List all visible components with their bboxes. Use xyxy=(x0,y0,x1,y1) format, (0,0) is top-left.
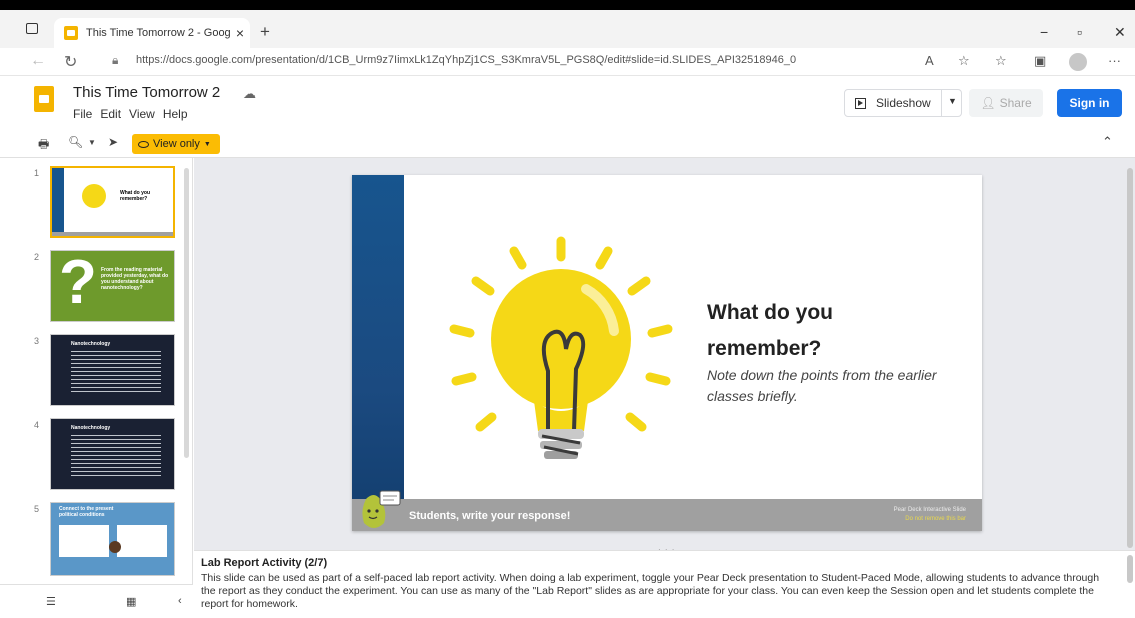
slide-number: 1 xyxy=(34,168,40,178)
slideshow-button[interactable]: Slideshow ▼ xyxy=(844,89,962,117)
present-icon xyxy=(855,97,866,109)
zoom-icon[interactable]: 🔍︎ xyxy=(68,135,83,149)
thumb-box-left xyxy=(59,525,109,557)
filmstrip-view-icon[interactable]: ☰ xyxy=(46,595,56,608)
slide-footer-note: Pear Deck Interactive Slide Do not remov… xyxy=(842,506,966,524)
top-black-bar xyxy=(0,0,1135,10)
chevron-down-icon: ▼ xyxy=(203,140,211,148)
share-button[interactable]: 👤︎ Share xyxy=(969,89,1043,117)
thumb-person xyxy=(109,541,121,553)
slide-number: 3 xyxy=(34,336,40,346)
filmstrip-scrollbar[interactable] xyxy=(184,168,189,458)
lightbulb-icon xyxy=(449,236,673,459)
slide-number: 5 xyxy=(34,504,40,514)
bulb-icon xyxy=(82,184,106,208)
close-window-icon[interactable]: ✕ xyxy=(1114,24,1126,41)
url-field[interactable]: https://docs.google.com/presentation/d/1… xyxy=(136,54,796,66)
share-label: Share xyxy=(999,96,1032,110)
question-mark-icon: ? xyxy=(59,250,97,317)
minimize-icon[interactable]: − xyxy=(1040,24,1048,40)
notes-body: This slide can be used as part of a self… xyxy=(201,572,1100,610)
slide-thumbnail-1[interactable]: What do you remember? xyxy=(50,166,175,238)
tab-title: This Time Tomorrow 2 - Google xyxy=(86,27,230,39)
favorite-icon[interactable]: ☆ xyxy=(958,53,970,69)
more-icon[interactable]: ··· xyxy=(1108,53,1121,68)
browser-tab[interactable]: This Time Tomorrow 2 - Google × xyxy=(54,18,250,48)
slide-thumbnail-5[interactable]: Connect to the present political conditi… xyxy=(50,502,175,576)
cloud-status-icon: ☁︎ xyxy=(243,86,256,101)
sign-in-button[interactable]: Sign in xyxy=(1057,89,1122,117)
slides-header: This Time Tomorrow 2 ☁︎ File Edit View H… xyxy=(0,76,1135,130)
slide-thumbnail-4[interactable]: Nanotechnology xyxy=(50,418,175,490)
slideshow-label: Slideshow xyxy=(876,96,931,110)
slide-subtitle: Note down the points from the earlier cl… xyxy=(707,367,937,404)
menu-view[interactable]: View xyxy=(129,107,155,121)
lock-icon[interactable]: 🔒︎ xyxy=(112,53,118,68)
slide-thumbnail-2[interactable]: ? From the reading material provided yes… xyxy=(50,250,175,322)
slide-thumbnail-3[interactable]: Nanotechnology xyxy=(50,334,175,406)
thumb-box-right xyxy=(117,525,167,557)
eye-icon xyxy=(138,140,149,148)
zoom-caret-icon[interactable]: ▼ xyxy=(88,138,96,147)
browser-tab-strip: This Time Tomorrow 2 - Google × + − ▫ ✕ xyxy=(0,10,1135,48)
address-bar-row: ← ↻ 🔒︎ https://docs.google.com/presentat… xyxy=(0,48,1135,76)
menu-bar: File Edit View Help xyxy=(73,107,188,121)
menu-help[interactable]: Help xyxy=(163,107,188,121)
favorites-bar-icon[interactable]: ☆ xyxy=(995,53,1007,69)
refresh-icon[interactable]: ↻ xyxy=(64,52,77,72)
filmstrip-footer: ☰ ▦ ‹ xyxy=(0,584,193,618)
restore-icon[interactable]: ▫ xyxy=(1077,24,1082,40)
chevron-down-icon[interactable]: ▼ xyxy=(948,96,957,106)
pear-deck-logo-icon xyxy=(362,490,401,528)
menu-file[interactable]: File xyxy=(73,107,92,121)
slide-canvas: What do you remember? Note down the poin… xyxy=(194,158,1135,554)
current-slide: What do you remember? Note down the poin… xyxy=(352,175,982,531)
footer-note-line1: Pear Deck Interactive Slide xyxy=(893,507,966,513)
thumb-bar xyxy=(52,168,64,236)
view-only-label: View only xyxy=(153,138,200,150)
canvas-scrollbar[interactable] xyxy=(1127,168,1133,548)
slide-number: 2 xyxy=(34,252,40,262)
view-only-button[interactable]: View only ▼ xyxy=(132,134,220,154)
footer-note-line2: Do not remove this bar xyxy=(905,516,966,522)
slide-title: What do you remember? xyxy=(707,301,833,360)
select-cursor-icon[interactable]: ➤ xyxy=(108,135,118,149)
slideshow-divider xyxy=(941,90,942,116)
speaker-notes: Lab Report Activity (2/7) This slide can… xyxy=(194,550,1135,618)
notes-scrollbar[interactable] xyxy=(1127,555,1133,583)
slide-footer-bar: Students, write your response! Pear Deck… xyxy=(352,499,982,531)
thumb-footer xyxy=(52,232,173,236)
menu-edit[interactable]: Edit xyxy=(100,107,121,121)
thumb-title: Nanotechnology xyxy=(71,425,111,431)
notes-title: Lab Report Activity (2/7) xyxy=(201,557,328,569)
grid-view-icon[interactable]: ▦ xyxy=(126,595,136,608)
new-tab-icon[interactable]: + xyxy=(260,22,270,42)
thumb-bullets xyxy=(71,351,161,393)
print-icon[interactable]: 🖶︎ xyxy=(38,135,49,156)
tab-close-icon[interactable]: × xyxy=(230,25,250,41)
slide-number: 4 xyxy=(34,420,40,430)
tab-actions-icon[interactable] xyxy=(26,23,38,34)
thumb-title: Connect to the present political conditi… xyxy=(59,506,114,518)
thumb-title: What do you remember? xyxy=(120,190,150,202)
profile-avatar[interactable] xyxy=(1069,53,1087,71)
chevron-left-icon[interactable]: ‹ xyxy=(178,595,182,607)
person-icon: 👤︎ xyxy=(980,96,996,110)
slides-logo-icon[interactable] xyxy=(34,86,54,112)
thumb-bullets xyxy=(71,435,161,477)
read-aloud-icon[interactable]: A xyxy=(925,53,934,68)
toolbar: 🖶︎ 🔍︎ ▼ ➤ View only ▼ ⌃ xyxy=(0,130,1135,158)
document-title: This Time Tomorrow 2 xyxy=(73,84,221,101)
thumb-title: From the reading material provided yeste… xyxy=(101,267,169,291)
collapse-menus-icon[interactable]: ⌃ xyxy=(1102,134,1113,150)
slide-blue-bar xyxy=(352,175,404,531)
slide-footer-prompt: Students, write your response! xyxy=(409,510,571,522)
slide-filmstrip: 1 What do you remember? 2 ? From the rea… xyxy=(0,158,193,618)
thumb-title: Nanotechnology xyxy=(71,341,111,347)
slides-favicon-icon xyxy=(64,26,78,40)
collections-icon[interactable]: ▣ xyxy=(1034,53,1046,69)
back-icon[interactable]: ← xyxy=(30,52,46,70)
screen: This Time Tomorrow 2 - Google × + − ▫ ✕ … xyxy=(0,0,1135,618)
